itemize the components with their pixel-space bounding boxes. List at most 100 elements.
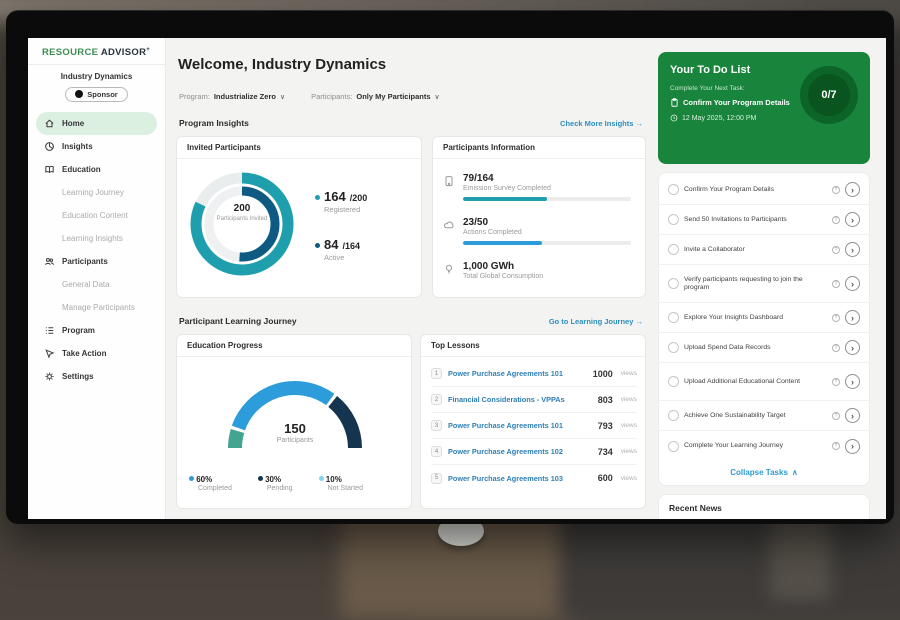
gauge-legend: 60% Completed 30% Pending 10% Not Starte… xyxy=(189,475,363,492)
card-title: Top Lessons xyxy=(421,335,645,357)
task-open-button[interactable]: › xyxy=(845,242,860,257)
task-info-icon[interactable]: ? xyxy=(832,344,840,352)
lesson-rank: 5 xyxy=(431,473,442,484)
sidebar-item-education-content[interactable]: Education Content xyxy=(36,204,157,227)
sidebar-item-learning-insights[interactable]: Learning Insights xyxy=(36,227,157,250)
sidebar-item-label: Insights xyxy=(62,142,93,151)
task-row[interactable]: Confirm Your Program Details ? › xyxy=(659,175,869,205)
invited-total: 200 xyxy=(212,203,272,214)
invited-total-label: Participants Invited xyxy=(212,216,272,223)
task-info-icon[interactable]: ? xyxy=(832,442,840,450)
task-row[interactable]: Upload Additional Educational Content ? … xyxy=(659,363,869,401)
lesson-link[interactable]: Power Purchase Agreements 101 xyxy=(448,369,587,378)
pending-pct: 30% xyxy=(265,475,281,484)
task-row[interactable]: Send 50 Invitations to Participants ? › xyxy=(659,205,869,235)
task-checkbox[interactable] xyxy=(668,244,679,255)
chevron-right-icon: › xyxy=(851,215,854,225)
task-info-icon[interactable]: ? xyxy=(832,280,840,288)
lesson-link[interactable]: Financial Considerations - VPPAs xyxy=(448,395,592,404)
task-label: Achieve One Sustainability Target xyxy=(684,412,827,420)
task-open-button[interactable]: › xyxy=(845,408,860,423)
lesson-views: 803 xyxy=(598,395,613,405)
task-label: Send 50 Invitations to Participants xyxy=(684,216,827,224)
emission-survey-progressbar xyxy=(463,197,631,201)
task-row[interactable]: Upload Spend Data Records ? › xyxy=(659,333,869,363)
participants-filter-label: Participants: xyxy=(311,92,352,101)
sidebar-item-learning-journey[interactable]: Learning Journey xyxy=(36,181,157,204)
legend-dot-active xyxy=(315,243,320,248)
task-open-button[interactable]: › xyxy=(845,374,860,389)
participants-filter[interactable]: Participants:Only My Participants∨ xyxy=(311,92,440,101)
task-info-icon[interactable]: ? xyxy=(832,412,840,420)
sidebar-item-home[interactable]: Home xyxy=(36,112,157,135)
task-checkbox[interactable] xyxy=(668,410,679,421)
collapse-tasks-link[interactable]: Collapse Tasks ∧ xyxy=(659,461,869,483)
sidebar-item-general-data[interactable]: General Data xyxy=(36,273,157,296)
task-label: Upload Additional Educational Content xyxy=(684,378,827,386)
sidebar-item-label: Learning Insights xyxy=(62,234,123,243)
actions-completed-row: 23/50 Actions Completed xyxy=(443,217,639,245)
todo-datetime: 12 May 2025, 12:00 PM xyxy=(670,114,756,122)
sidebar-item-education[interactable]: Education xyxy=(36,158,157,181)
task-info-icon[interactable]: ? xyxy=(832,246,840,254)
task-info-icon[interactable]: ? xyxy=(832,314,840,322)
lesson-link[interactable]: Power Purchase Agreements 103 xyxy=(448,474,592,483)
sidebar-item-settings[interactable]: Settings xyxy=(36,365,157,388)
actions-completed-progressbar xyxy=(463,241,631,245)
task-row[interactable]: Achieve One Sustainability Target ? › xyxy=(659,401,869,431)
sponsor-badge[interactable]: Sponsor xyxy=(65,87,127,102)
sidebar-item-label: Education xyxy=(62,165,101,174)
task-info-icon[interactable]: ? xyxy=(832,186,840,194)
task-checkbox[interactable] xyxy=(668,312,679,323)
task-open-button[interactable]: › xyxy=(845,340,860,355)
actions-completed-label: Actions Completed xyxy=(463,229,639,236)
sidebar-item-manage-participants[interactable]: Manage Participants xyxy=(36,296,157,319)
task-row[interactable]: Verify participants requesting to join t… xyxy=(659,265,869,303)
arrow-right-icon: → xyxy=(636,317,644,326)
task-checkbox[interactable] xyxy=(668,376,679,387)
sidebar-item-label: Take Action xyxy=(62,349,106,358)
task-info-icon[interactable]: ? xyxy=(832,378,840,386)
task-checkbox[interactable] xyxy=(668,184,679,195)
take-action-icon xyxy=(44,348,55,359)
task-checkbox[interactable] xyxy=(668,278,679,289)
education-total: 150 xyxy=(235,421,355,436)
sidebar-item-program[interactable]: Program xyxy=(36,319,157,342)
task-info-icon[interactable]: ? xyxy=(832,216,840,224)
clipboard-icon xyxy=(670,98,679,107)
go-to-learning-journey-link[interactable]: Go to Learning Journey → xyxy=(549,317,643,326)
program-filter[interactable]: Program:Industrialize Zero∨ xyxy=(179,92,285,101)
task-checkbox[interactable] xyxy=(668,214,679,225)
check-more-insights-link[interactable]: Check More Insights → xyxy=(560,119,643,128)
lesson-rank: 2 xyxy=(431,394,442,405)
task-row[interactable]: Complete Your Learning Journey ? › xyxy=(659,431,869,461)
sidebar-item-insights[interactable]: Insights xyxy=(36,135,157,158)
section-title: Participant Learning Journey xyxy=(179,316,297,326)
program-list-icon xyxy=(44,325,55,336)
lesson-link[interactable]: Power Purchase Agreements 101 xyxy=(448,421,592,430)
task-open-button[interactable]: › xyxy=(845,182,860,197)
todo-datetime-label: 12 May 2025, 12:00 PM xyxy=(682,115,756,122)
task-open-button[interactable]: › xyxy=(845,276,860,291)
program-filter-label: Program: xyxy=(179,92,210,101)
sidebar-item-label: Learning Journey xyxy=(62,188,124,197)
sidebar-item-take-action[interactable]: Take Action xyxy=(36,342,157,365)
lesson-rank: 1 xyxy=(431,368,442,379)
task-row[interactable]: Explore Your Insights Dashboard ? › xyxy=(659,303,869,333)
task-checkbox[interactable] xyxy=(668,441,679,452)
task-open-button[interactable]: › xyxy=(845,310,860,325)
task-open-button[interactable]: › xyxy=(845,212,860,227)
invited-participants-card: Invited Participants 200 Participants In… xyxy=(176,136,422,298)
views-word: views xyxy=(621,448,637,455)
task-checkbox[interactable] xyxy=(668,342,679,353)
participants-icon xyxy=(44,256,55,267)
dashboard-screen: RESOURCE ADVISOR+ Industry Dynamics Spon… xyxy=(28,38,886,519)
survey-clipboard-icon xyxy=(443,175,455,187)
task-open-button[interactable]: › xyxy=(845,439,860,454)
lesson-link[interactable]: Power Purchase Agreements 102 xyxy=(448,447,592,456)
lesson-row: 5 Power Purchase Agreements 103 600views xyxy=(431,465,637,491)
org-name: Industry Dynamics xyxy=(28,72,165,81)
sidebar-item-participants[interactable]: Participants xyxy=(36,250,157,273)
task-row[interactable]: Invite a Collaborator ? › xyxy=(659,235,869,265)
lesson-views: 793 xyxy=(598,421,613,431)
